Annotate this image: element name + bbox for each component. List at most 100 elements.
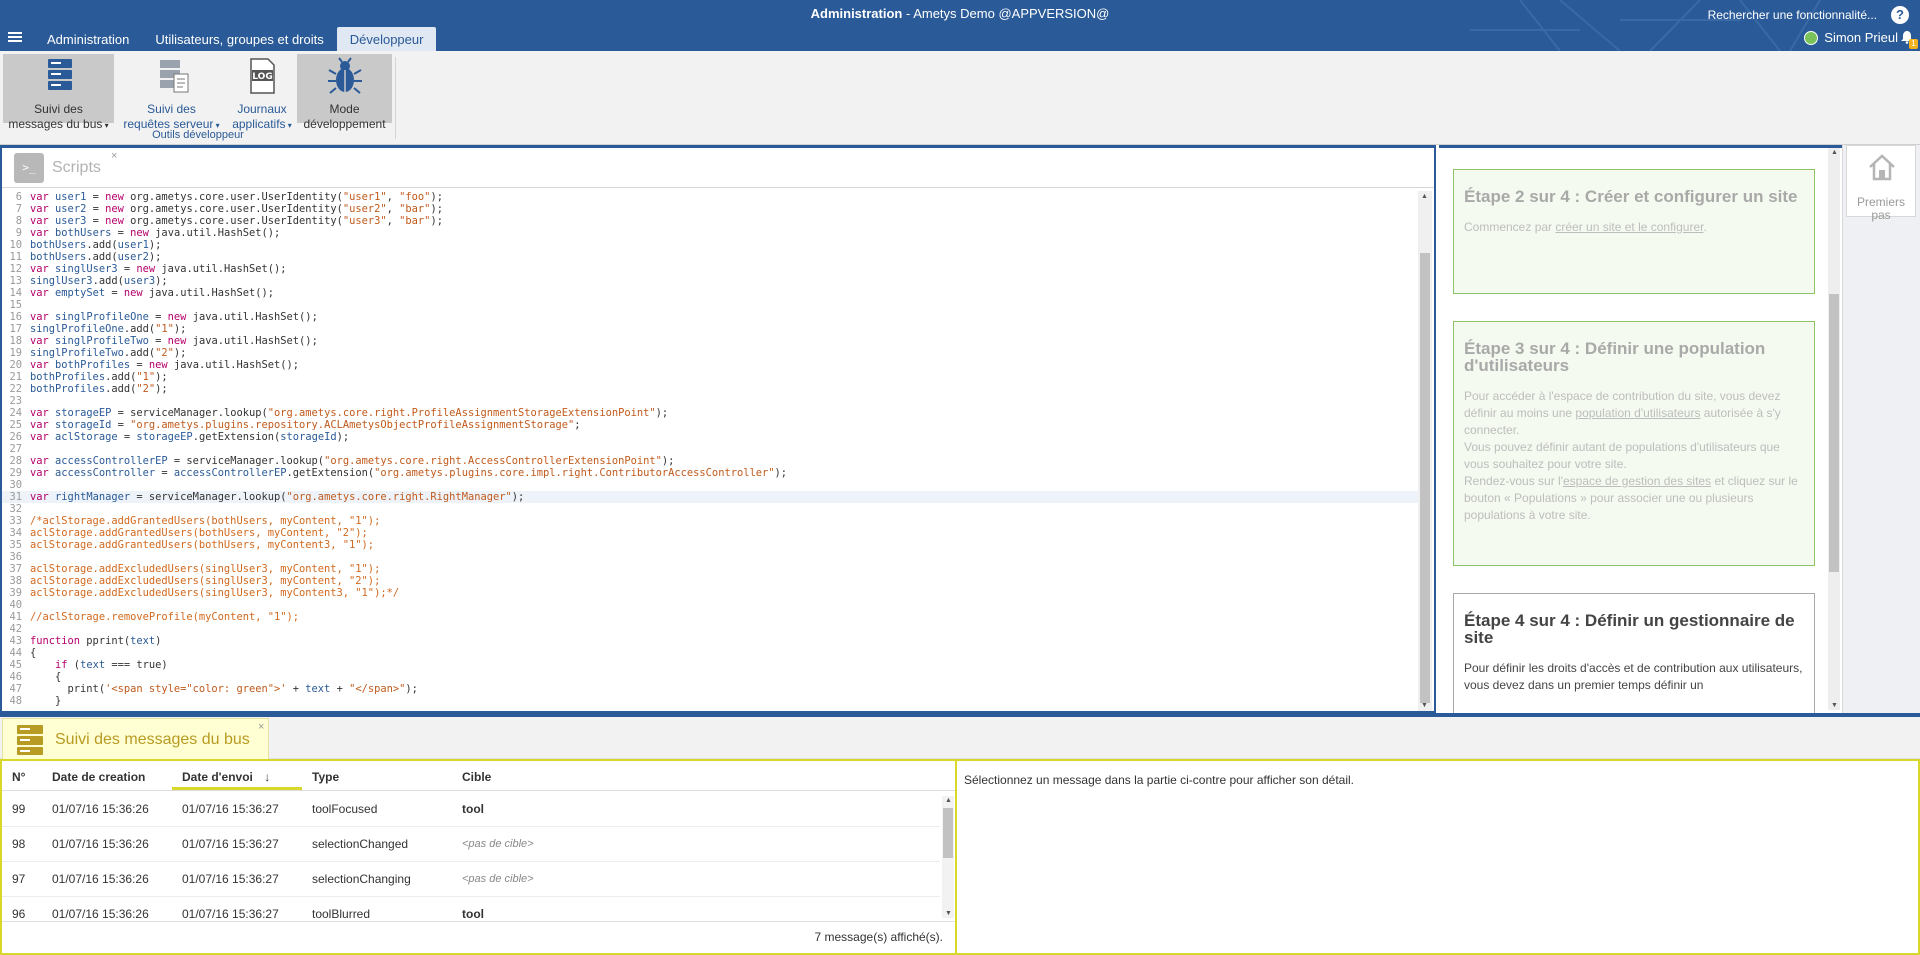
feature-search[interactable]: Rechercher une fonctionnalité... (1708, 8, 1877, 22)
code-line[interactable]: 9 var bothUsers = new java.util.HashSet()… (2, 227, 1420, 239)
col-target[interactable]: Cible (452, 761, 955, 790)
app-logs-line1: Journaux (237, 102, 287, 116)
code-line[interactable]: 21 bothProfiles.add("1"); (2, 371, 1420, 383)
code-line[interactable]: 34 aclStorage.addGrantedUsers(bothUsers, … (2, 527, 1420, 539)
code-line[interactable]: 30 (2, 479, 1420, 491)
scroll-down-icon[interactable]: ▼ (1421, 702, 1428, 709)
code-text: /*aclStorage.addGrantedUsers(bothUsers, … (30, 515, 381, 527)
first-steps-button[interactable]: Premiers pas (1846, 145, 1916, 222)
code-line[interactable]: 11 bothUsers.add(user2); (2, 251, 1420, 263)
tab-users-groups-rights[interactable]: Utilisateurs, groupes et droits (142, 27, 336, 51)
table-row[interactable]: 97 01/07/16 15:36:26 01/07/16 15:36:27 sele… (2, 862, 940, 897)
line-number: 39 (9, 587, 22, 599)
user-population-link[interactable]: population d'utilisateurs (1575, 406, 1700, 420)
code-line[interactable]: 42 (2, 623, 1420, 635)
site-management-link[interactable]: espace de gestion des sites (1563, 474, 1711, 488)
code-line[interactable]: 24 var storageEP = serviceManager.lookup(… (2, 407, 1420, 419)
table-row[interactable]: 98 01/07/16 15:36:26 01/07/16 15:36:27 sele… (2, 827, 940, 862)
code-text: var user1 = new org.ametys.core.user.Use… (30, 191, 443, 203)
code-line[interactable]: 46 { (2, 671, 1420, 683)
help-scrollbar[interactable]: ▲ ▼ (1828, 148, 1840, 710)
code-line[interactable]: 28 var accessControllerEP = serviceManage… (2, 455, 1420, 467)
code-line[interactable]: 20 var bothProfiles = new java.util.HashS… (2, 359, 1420, 371)
grid-footer: 7 message(s) affiché(s). (2, 921, 955, 951)
help-scroll-thumb[interactable] (1829, 294, 1839, 572)
col-type[interactable]: Type (302, 761, 452, 790)
bus-monitor-button[interactable]: Suivi des messages du bus ▾ (3, 54, 114, 131)
code-line[interactable]: 7 var user2 = new org.ametys.core.user.Us… (2, 203, 1420, 215)
code-line[interactable]: 41 //aclStorage.removeProfile(myContent, … (2, 611, 1420, 623)
create-site-link[interactable]: créer un site et le configurer (1555, 220, 1703, 234)
scroll-down-icon[interactable]: ▼ (1831, 702, 1838, 709)
code-line[interactable]: 38 aclStorage.addExcludedUsers(singlUser3… (2, 575, 1420, 587)
code-line[interactable]: 17 singlProfileOne.add("1"); (2, 323, 1420, 335)
code-line[interactable]: 48 } (2, 695, 1420, 707)
code-editor[interactable]: 6 var user1 = new org.ametys.core.user.Us… (2, 191, 1420, 711)
col-created[interactable]: Date de creation (42, 761, 172, 790)
code-line[interactable]: 26 var aclStorage = storageEP.getExtensio… (2, 431, 1420, 443)
code-line[interactable]: 14 var emptySet = new java.util.HashSet()… (2, 287, 1420, 299)
tab-developpeur[interactable]: Développeur (336, 27, 437, 51)
row-number: 96 (12, 907, 26, 918)
code-scrollbar[interactable]: ▲ ▼ (1418, 191, 1432, 711)
code-scroll-thumb[interactable] (1420, 253, 1430, 703)
grid-scroll-thumb[interactable] (943, 808, 953, 858)
server-requests-button[interactable]: Suivi des requêtes serveur ▾ (116, 54, 227, 131)
code-line[interactable]: 44 { (2, 647, 1420, 659)
bug-icon (327, 57, 362, 94)
tab-administration[interactable]: Administration (34, 27, 142, 51)
scroll-up-icon[interactable]: ▲ (1831, 149, 1838, 156)
code-line[interactable]: 39 aclStorage.addExcludedUsers(singlUser3… (2, 587, 1420, 599)
scroll-down-icon[interactable]: ▼ (945, 910, 952, 917)
col-sent[interactable]: Date d'envoi ↓ (172, 761, 302, 790)
row-number: 99 (12, 802, 26, 816)
code-line[interactable]: 16 var singlProfileOne = new java.util.Ha… (2, 311, 1420, 323)
bus-close-icon[interactable]: × (258, 721, 264, 733)
code-line[interactable]: 19 singlProfileTwo.add("2"); (2, 347, 1420, 359)
code-line[interactable]: 43 function pprint(text) (2, 635, 1420, 647)
user-menu[interactable]: Simon Prieul (1804, 30, 1898, 45)
code-line[interactable]: 40 (2, 599, 1420, 611)
code-line[interactable]: 27 (2, 443, 1420, 455)
code-line[interactable]: 35 aclStorage.addGrantedUsers(bothUsers, … (2, 539, 1420, 551)
code-line[interactable]: 25 var storageId = "org.ametys.plugins.re… (2, 419, 1420, 431)
col-number[interactable]: N° (2, 761, 42, 790)
code-line[interactable]: 6 var user1 = new org.ametys.core.user.Us… (2, 191, 1420, 203)
code-line[interactable]: 45 if (text === true) (2, 659, 1420, 671)
help-step-4: Étape 4 sur 4 : Définir un gestionnaire … (1453, 593, 1815, 713)
code-line[interactable]: 33 /*aclStorage.addGrantedUsers(bothUsers… (2, 515, 1420, 527)
bus-tab[interactable]: Suivi des messages du bus (2, 718, 269, 760)
code-line[interactable]: 47 print('<span style="color: green">' +… (2, 683, 1420, 695)
code-line[interactable]: 12 var singlUser3 = new java.util.HashSet… (2, 263, 1420, 275)
table-row[interactable]: 96 01/07/16 15:36:26 01/07/16 15:36:27 tool… (2, 897, 940, 918)
code-line[interactable]: 29 var accessController = accessControlle… (2, 467, 1420, 479)
app-logs-button[interactable]: LOG Journaux applicatifs ▾ (229, 54, 295, 131)
scroll-up-icon[interactable]: ▲ (945, 797, 952, 804)
line-number: 32 (9, 503, 22, 515)
scroll-up-icon[interactable]: ▲ (1421, 193, 1428, 200)
help-button[interactable]: ? (1891, 6, 1909, 24)
code-text: var storageEP = serviceManager.lookup("o… (30, 407, 669, 419)
code-line[interactable]: 36 (2, 551, 1420, 563)
code-line[interactable]: 32 (2, 503, 1420, 515)
code-line[interactable]: 8 var user3 = new org.ametys.core.user.Us… (2, 215, 1420, 227)
code-line[interactable]: 13 singlUser3.add(user3); (2, 275, 1420, 287)
main-menu-icon[interactable] (8, 32, 22, 43)
code-line[interactable]: 18 var singlProfileTwo = new java.util.Ha… (2, 335, 1420, 347)
code-line[interactable]: 15 (2, 299, 1420, 311)
scripts-tab[interactable]: >_ Scripts (14, 150, 101, 186)
code-line[interactable]: 31 var rightManager = serviceManager.look… (2, 491, 1420, 503)
code-line[interactable]: 23 (2, 395, 1420, 407)
step-3-p2: Vous pouvez définir autant de population… (1464, 440, 1780, 471)
code-line[interactable]: 10 bothUsers.add(user1); (2, 239, 1420, 251)
code-line[interactable]: 37 aclStorage.addExcludedUsers(singlUser3… (2, 563, 1420, 575)
table-row[interactable]: 99 01/07/16 15:36:26 01/07/16 15:36:27 tool… (2, 792, 940, 827)
row-created: 01/07/16 15:36:26 (52, 907, 149, 918)
dev-mode-button[interactable]: Mode développement (297, 54, 392, 131)
bus-monitor-line1: Suivi des (34, 102, 83, 116)
notifications-icon[interactable]: 1 (1900, 30, 1918, 49)
code-text: aclStorage.addExcludedUsers(singlUser3, … (30, 587, 400, 599)
code-line[interactable]: 22 bothProfiles.add("2"); (2, 383, 1420, 395)
grid-scrollbar[interactable]: ▲ ▼ (942, 796, 954, 918)
scripts-close-icon[interactable]: × (111, 150, 117, 162)
